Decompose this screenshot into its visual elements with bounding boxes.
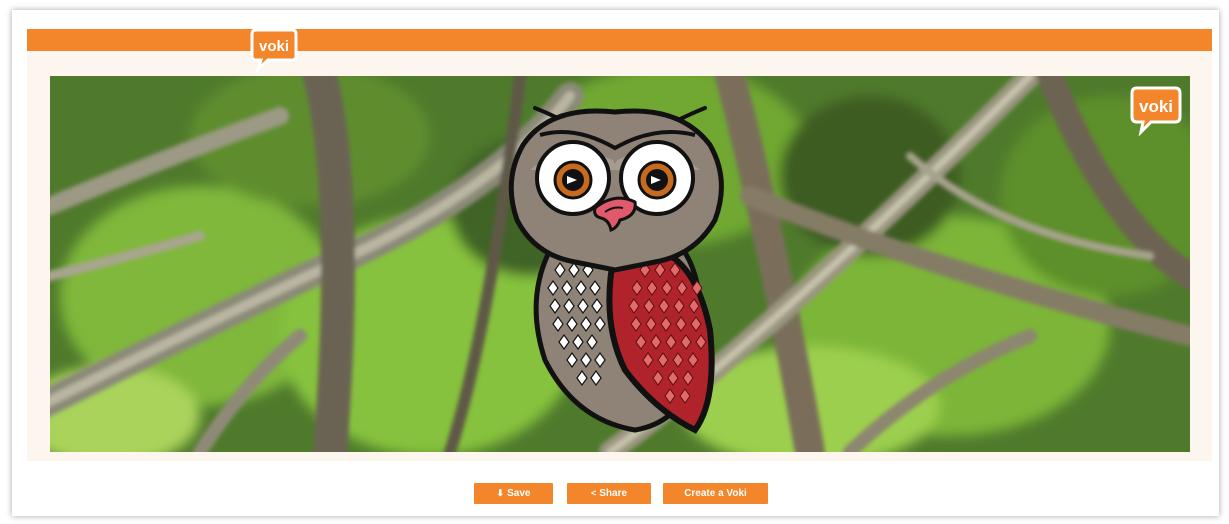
save-button[interactable]: ⬇ Save bbox=[474, 483, 553, 504]
scene-voki-logo: voki bbox=[1130, 86, 1182, 136]
download-icon: ⬇ bbox=[496, 488, 505, 498]
owl-character[interactable] bbox=[505, 100, 725, 440]
share-button-label: Share bbox=[599, 488, 628, 499]
create-voki-button[interactable]: Create a Voki bbox=[663, 483, 768, 504]
logo-text: voki bbox=[259, 38, 289, 55]
share-icon: < bbox=[590, 488, 597, 498]
share-button[interactable]: < Share bbox=[567, 483, 651, 504]
save-button-label: Save bbox=[507, 488, 531, 499]
header-bar bbox=[27, 29, 1212, 51]
scene-logo-text: voki bbox=[1139, 97, 1173, 116]
create-voki-button-label: Create a Voki bbox=[684, 488, 747, 499]
voki-logo[interactable]: voki bbox=[250, 26, 298, 72]
